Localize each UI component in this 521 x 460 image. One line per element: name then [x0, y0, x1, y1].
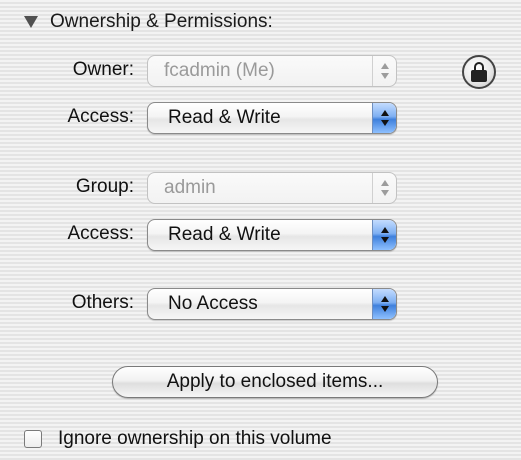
owner-label: Owner:: [72, 59, 134, 80]
disclosure-triangle-icon[interactable]: [24, 16, 38, 28]
group-access-label: Access:: [67, 223, 134, 244]
popup-arrows-icon: [372, 173, 396, 203]
group-access-value: Read & Write: [168, 224, 281, 245]
ignore-ownership-checkbox[interactable]: [24, 430, 42, 448]
ignore-ownership-label: Ignore ownership on this volume: [58, 428, 332, 449]
owner-popup: fcadmin (Me): [147, 55, 397, 87]
owner-access-value: Read & Write: [168, 107, 281, 128]
group-value: admin: [164, 177, 216, 198]
owner-value: fcadmin (Me): [164, 60, 275, 81]
section-title: Ownership & Permissions:: [50, 11, 273, 32]
popup-arrows-icon: [372, 103, 396, 133]
popup-arrows-icon: [372, 220, 396, 250]
apply-to-enclosed-button[interactable]: Apply to enclosed items...: [112, 366, 438, 398]
ignore-ownership-row[interactable]: Ignore ownership on this volume: [24, 428, 332, 450]
lock-icon[interactable]: [462, 55, 496, 89]
group-popup: admin: [147, 172, 397, 204]
popup-arrows-icon: [372, 289, 396, 319]
others-value: No Access: [168, 293, 258, 314]
others-label: Others:: [71, 292, 134, 313]
popup-arrows-icon: [372, 56, 396, 86]
owner-access-popup[interactable]: Read & Write: [147, 102, 397, 134]
section-header[interactable]: Ownership & Permissions:: [24, 8, 273, 36]
group-label: Group:: [75, 176, 134, 197]
group-access-popup[interactable]: Read & Write: [147, 219, 397, 251]
others-access-popup[interactable]: No Access: [147, 288, 397, 320]
owner-access-label: Access:: [67, 106, 134, 127]
